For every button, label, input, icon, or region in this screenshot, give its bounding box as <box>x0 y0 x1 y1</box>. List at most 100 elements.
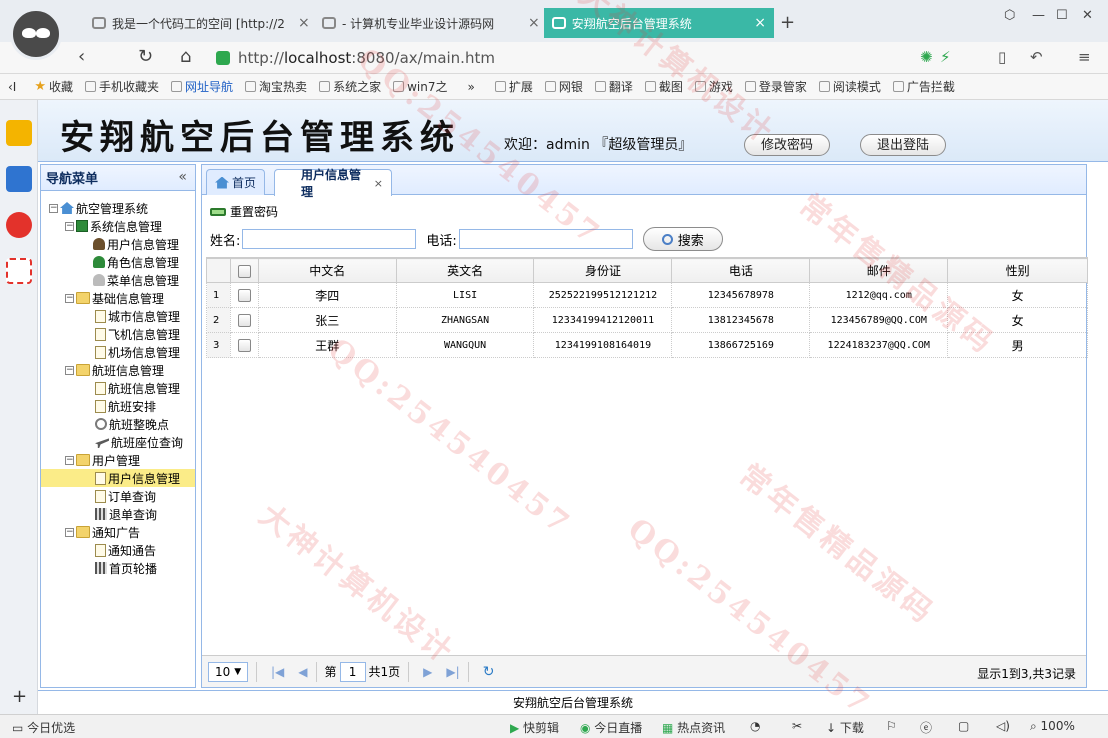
refresh-icon[interactable]: ↻ <box>483 664 495 680</box>
tree-item-menu-info[interactable]: 菜单信息管理 <box>41 271 195 289</box>
speed-icon[interactable]: ✺ <box>920 48 933 66</box>
tree-item-carousel[interactable]: 首页轮播 <box>41 559 195 577</box>
tools-icon[interactable]: ✂ <box>792 719 802 733</box>
browser-tab-active[interactable]: 安翔航空后台管理系统 × <box>544 8 774 38</box>
bookmark-item[interactable]: 翻译 <box>594 78 633 95</box>
status-item[interactable]: ▦ 热点资讯 <box>662 719 725 736</box>
undo-icon[interactable]: ↶ <box>1030 48 1043 66</box>
close-icon[interactable]: × <box>298 15 310 31</box>
favorites-icon[interactable] <box>6 120 32 146</box>
tree-item-role-info[interactable]: 角色信息管理 <box>41 253 195 271</box>
home-icon[interactable]: ⌂ <box>180 46 191 67</box>
bookmark-item[interactable]: 游戏 <box>694 78 733 95</box>
tree-group-basic[interactable]: − 基础信息管理 <box>41 289 195 307</box>
back-icon[interactable]: ‹ <box>78 46 85 67</box>
bookmark-item[interactable]: 手机收藏夹 <box>85 78 159 95</box>
close-icon[interactable]: × <box>754 15 766 31</box>
first-page-icon[interactable]: |◀ <box>271 665 284 679</box>
add-icon[interactable]: + <box>12 686 27 707</box>
column-header[interactable]: 身份证 <box>533 258 673 283</box>
table-row[interactable]: 2 张三 ZHANGSAN 12334199412120011 13812345… <box>206 307 1088 333</box>
table-row[interactable]: 1 李四 LISI 252522199512121212 12345678978… <box>206 282 1088 308</box>
phone-input[interactable] <box>458 229 633 249</box>
tree-root[interactable]: − 航空管理系统 <box>41 199 195 217</box>
status-item[interactable]: ▶ 快剪辑 <box>510 719 559 736</box>
browser-logo-icon[interactable] <box>10 8 62 60</box>
status-item[interactable]: ↓ 下载 <box>826 719 864 736</box>
speed-test-icon[interactable]: ◔ <box>750 719 760 733</box>
flag-icon[interactable]: ⚐ <box>886 719 897 733</box>
lightning-icon[interactable]: ⚡ <box>940 48 951 66</box>
close-icon[interactable]: × <box>528 15 540 31</box>
bookmark-item[interactable]: 系统之家 <box>319 78 381 95</box>
sound-icon[interactable]: ◁) <box>996 719 1010 733</box>
reader-icon[interactable]: ▯ <box>998 48 1006 66</box>
select-all-checkbox[interactable] <box>237 264 251 278</box>
mail-icon[interactable] <box>6 258 32 284</box>
prev-page-icon[interactable]: ◀ <box>298 665 307 679</box>
bookmark-item[interactable]: ★ 收藏 <box>34 78 73 95</box>
bookmark-item[interactable]: 截图 <box>644 78 683 95</box>
tree-item-seat-query[interactable]: 航班座位查询 <box>41 433 195 451</box>
tree-item-refunds[interactable]: 退单查询 <box>41 505 195 523</box>
tree-item-user-info[interactable]: 用户信息管理 <box>41 235 195 253</box>
table-row[interactable]: 3 王群 WANGQUN 1234199108164019 1386672516… <box>206 332 1088 358</box>
collapse-toggle-icon[interactable]: − <box>65 221 74 231</box>
tree-item-orders[interactable]: 订单查询 <box>41 487 195 505</box>
tab-user-info[interactable]: 用户信息管理 × <box>274 168 392 199</box>
collapse-toggle-icon[interactable]: − <box>65 455 74 465</box>
page-size-select[interactable]: 10 ▼ <box>208 661 248 682</box>
bookmark-item[interactable]: 网银 <box>544 78 583 95</box>
change-password-button[interactable]: 修改密码 <box>744 134 831 156</box>
tree-group-system[interactable]: − 系统信息管理 <box>41 217 195 235</box>
bookmark-item[interactable]: 淘宝热卖 <box>245 78 307 95</box>
new-tab-icon[interactable]: + <box>780 12 795 33</box>
bookmark-sidebar-toggle[interactable]: ‹I <box>8 80 16 94</box>
browser-tab[interactable]: - 计算机专业毕业设计源码网 × <box>314 8 548 38</box>
tree-item-flight-schedule[interactable]: 航班安排 <box>41 397 195 415</box>
row-checkbox[interactable] <box>237 313 251 327</box>
column-header[interactable]: 性别 <box>947 258 1088 283</box>
collapse-icon[interactable]: « <box>178 169 187 185</box>
bookmark-item[interactable]: 广告拦截 <box>892 78 955 95</box>
tree-item-notice[interactable]: 通知通告 <box>41 541 195 559</box>
bookmark-item[interactable]: 扩展 <box>494 78 533 95</box>
url-field[interactable]: http://localhost:8080/ax/main.htm <box>216 46 916 70</box>
collapse-toggle-icon[interactable]: − <box>49 203 58 213</box>
minimize-icon[interactable]: — <box>1032 8 1045 23</box>
name-input[interactable] <box>242 229 417 249</box>
ie-icon[interactable]: ⓔ <box>920 719 932 736</box>
zoom-control[interactable]: ⌕ 100% <box>1030 719 1075 734</box>
tree-item-flight-info[interactable]: 航班信息管理 <box>41 379 195 397</box>
column-header[interactable]: 电话 <box>671 258 811 283</box>
tree-group-notices[interactable]: − 通知广告 <box>41 523 195 541</box>
skin-icon[interactable]: ⬡ <box>1004 8 1015 23</box>
column-header[interactable]: 英文名 <box>395 258 535 283</box>
tab-home[interactable]: 首页 <box>206 169 266 195</box>
list-icon[interactable] <box>6 166 32 192</box>
column-header[interactable]: 邮件 <box>809 258 949 283</box>
tree-item-city[interactable]: 城市信息管理 <box>41 307 195 325</box>
bookmark-more-icon[interactable]: » <box>467 80 474 94</box>
status-item[interactable]: ◉ 今日直播 <box>580 719 642 736</box>
last-page-icon[interactable]: ▶| <box>446 665 459 679</box>
page-number-input[interactable]: 1 <box>339 661 366 682</box>
column-header[interactable]: 中文名 <box>257 258 397 283</box>
tree-group-users[interactable]: − 用户管理 <box>41 451 195 469</box>
row-checkbox[interactable] <box>237 288 251 302</box>
tree-item-aircraft[interactable]: 飞机信息管理 <box>41 325 195 343</box>
next-page-icon[interactable]: ▶ <box>423 665 432 679</box>
tree-item-user-manage-selected[interactable]: 用户信息管理 <box>41 469 195 487</box>
window-icon[interactable]: ▢ <box>958 719 969 733</box>
reset-password-button[interactable]: 重置密码 <box>230 203 278 220</box>
tree-group-flight[interactable]: − 航班信息管理 <box>41 361 195 379</box>
close-icon[interactable]: × <box>374 177 383 190</box>
browser-tab[interactable]: 我是一个代码工的空间 [http://2 × <box>84 8 318 38</box>
maximize-icon[interactable]: ☐ <box>1056 8 1068 23</box>
weibo-icon[interactable] <box>6 212 32 238</box>
logout-button[interactable]: 退出登陆 <box>860 134 947 156</box>
status-today-picks[interactable]: ▭ 今日优选 <box>12 719 75 736</box>
bookmark-item[interactable]: 阅读模式 <box>818 78 881 95</box>
tree-item-flight-delay[interactable]: 航班整晚点 <box>41 415 195 433</box>
bookmark-item[interactable]: 网址导航 <box>171 78 233 95</box>
